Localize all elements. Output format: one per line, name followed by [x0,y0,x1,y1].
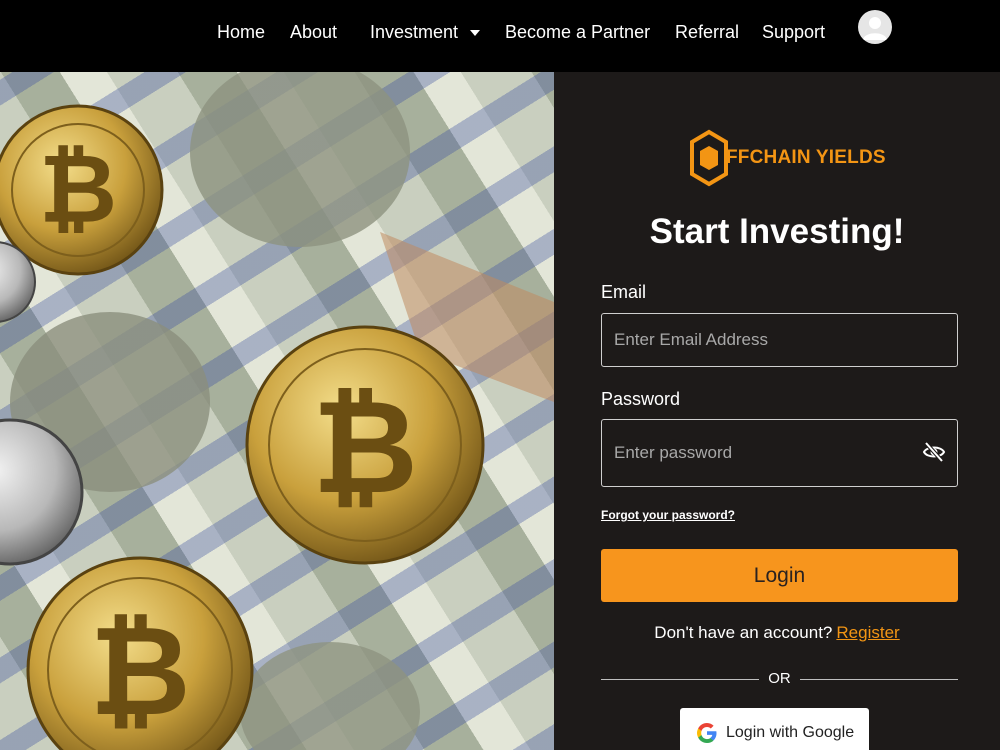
google-login-button[interactable]: Login with Google [680,708,869,750]
brand-logo[interactable]: FFCHAIN YIELDS [688,128,886,188]
svg-text:₿: ₿ [39,133,117,245]
email-input[interactable] [601,313,958,367]
password-input[interactable] [601,419,958,487]
hexagon-logo-icon [690,129,728,187]
google-icon [697,723,717,743]
login-button[interactable]: Login [601,549,958,602]
no-account-text: Don't have an account? Register [554,623,1000,643]
nav-become-partner[interactable]: Become a Partner [505,20,650,44]
email-label: Email [601,282,647,302]
nav-home[interactable]: Home [217,20,265,44]
google-login-label: Login with Google [726,724,855,741]
or-divider: OR [601,669,958,689]
svg-text:₿: ₿ [89,600,190,744]
nav-about[interactable]: About [290,20,337,44]
user-avatar-icon[interactable] [858,10,892,44]
eye-slash-icon[interactable] [922,440,946,464]
hero-image-bitcoins-dollars: ₿ ₿ ₿ [0,72,554,750]
forgot-password-link[interactable]: Forgot your password? [601,508,735,522]
divider-line-right [800,679,958,680]
top-navbar: Home About Investment Become a Partner R… [0,0,1000,72]
nav-referral[interactable]: Referral [675,20,739,44]
register-link[interactable]: Register [836,623,899,642]
no-account-label: Don't have an account? [654,623,833,642]
svg-text:₿: ₿ [312,371,418,523]
nav-investment-label: Investment [370,22,459,42]
login-panel: FFCHAIN YIELDS Start Investing! Email Pa… [554,72,1000,750]
nav-support[interactable]: Support [762,20,825,44]
password-label: Password [601,389,681,409]
nav-investment[interactable]: Investment [370,20,481,44]
caret-down-icon [470,30,481,37]
page-title: Start Investing! [649,212,905,251]
hero-illustration: ₿ ₿ ₿ [0,72,554,750]
brand-name: FFCHAIN YIELDS [726,147,886,168]
